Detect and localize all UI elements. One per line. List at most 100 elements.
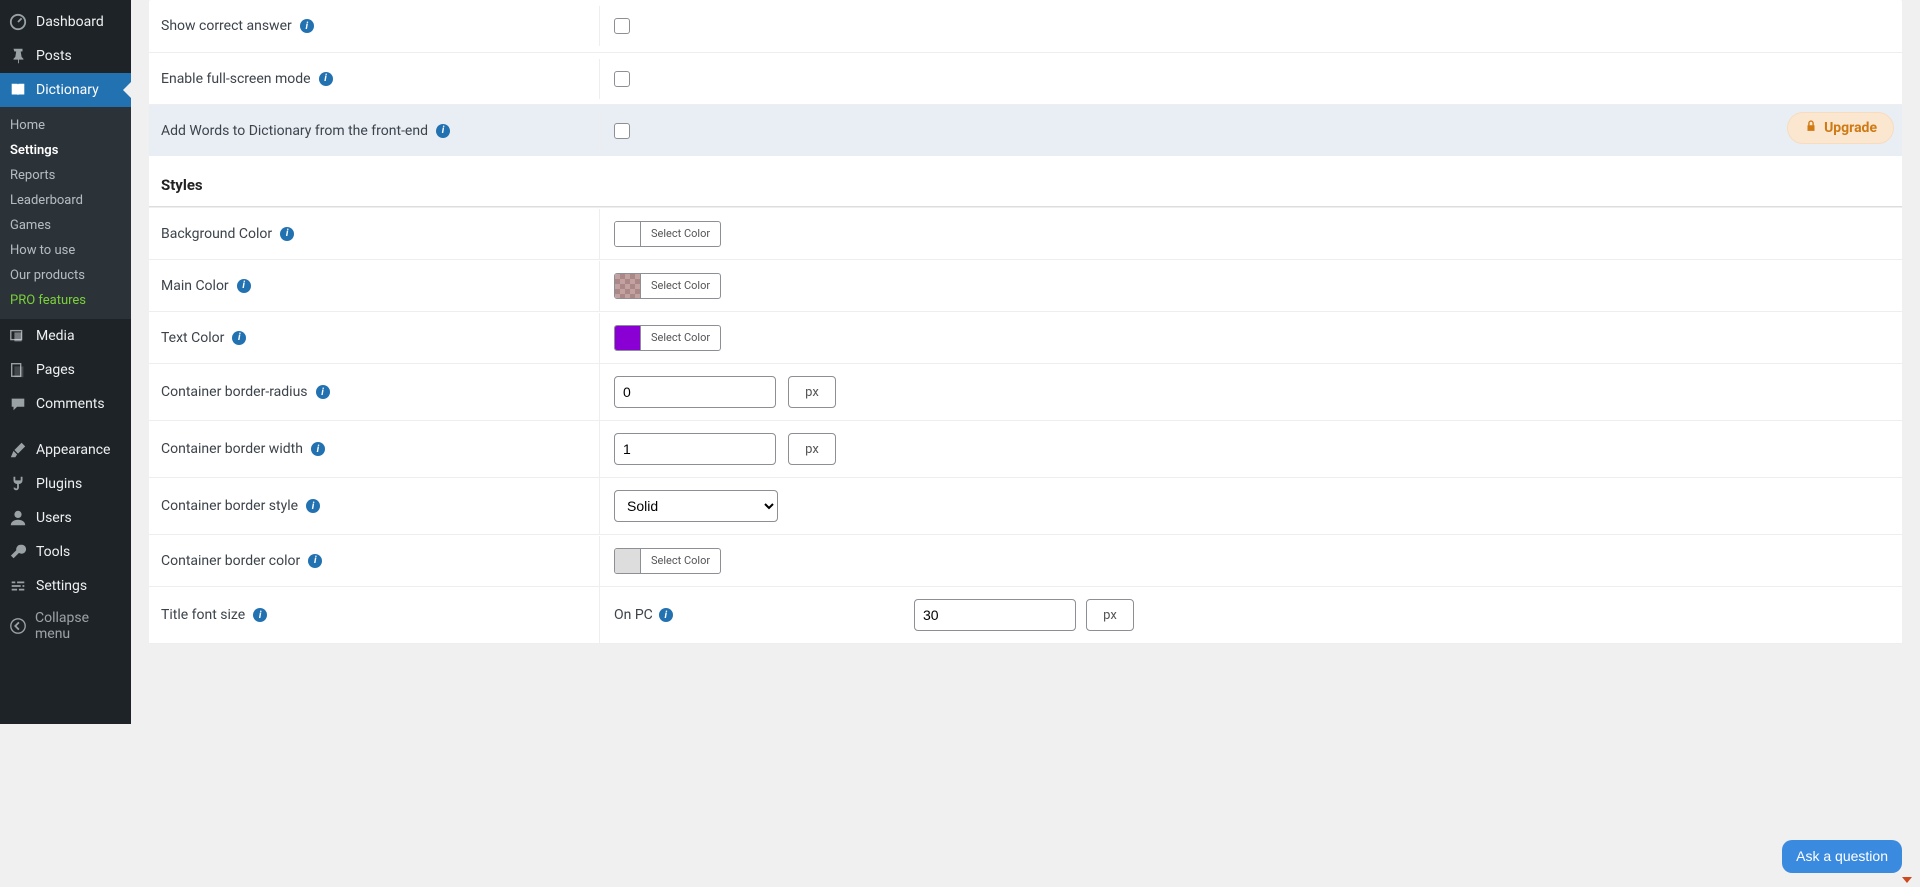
unit-px: px — [1086, 599, 1134, 631]
color-picker-label: Select Color — [641, 331, 720, 344]
sidebar-label: Posts — [36, 48, 72, 64]
info-icon[interactable]: i — [308, 554, 322, 568]
row-add-words-front: Add Words to Dictionary from the front-e… — [149, 104, 1902, 156]
brush-icon — [8, 440, 28, 460]
sidebar-item-pages[interactable]: Pages — [0, 353, 131, 387]
sidebar-item-dictionary[interactable]: Dictionary — [0, 73, 131, 107]
ask-a-question-button[interactable]: Ask a question — [1782, 840, 1902, 873]
label-enable-fullscreen: Enable full-screen mode — [161, 71, 311, 87]
sidebar-sub-games[interactable]: Games — [0, 213, 131, 238]
info-icon[interactable]: i — [436, 124, 450, 138]
sidebar-label: Users — [36, 510, 72, 526]
info-icon[interactable]: i — [659, 608, 673, 622]
color-picker-background[interactable]: Select Color — [614, 221, 721, 247]
input-border-radius[interactable] — [614, 376, 776, 408]
sidebar-label: Comments — [36, 396, 105, 412]
row-border-width: Container border width i px — [149, 420, 1902, 477]
sidebar-submenu-dictionary: Home Settings Reports Leaderboard Games … — [0, 107, 131, 319]
pin-icon — [8, 46, 28, 66]
label-on-pc: On PC — [614, 607, 653, 623]
info-icon[interactable]: i — [280, 227, 294, 241]
row-border-color: Container border color i Select Color — [149, 534, 1902, 586]
label-border-radius: Container border-radius — [161, 384, 308, 400]
label-background-color: Background Color — [161, 226, 272, 242]
color-swatch — [615, 222, 641, 246]
row-border-radius: Container border-radius i px — [149, 363, 1902, 420]
checkbox-enable-fullscreen[interactable] — [614, 71, 630, 87]
sidebar-item-collapse[interactable]: Collapse menu — [0, 603, 131, 649]
sidebar-sub-ourproducts[interactable]: Our products — [0, 263, 131, 288]
select-border-style[interactable]: Solid — [614, 490, 778, 522]
collapse-icon — [8, 616, 27, 636]
sidebar-item-settings[interactable]: Settings — [0, 569, 131, 603]
sidebar-sub-leaderboard[interactable]: Leaderboard — [0, 188, 131, 213]
dashboard-icon — [8, 12, 28, 32]
row-main-color: Main Color i Select Color — [149, 259, 1902, 311]
sidebar-item-appearance[interactable]: Appearance — [0, 433, 131, 467]
label-add-words-front: Add Words to Dictionary from the front-e… — [161, 123, 428, 139]
ask-bubble-label: Ask a question — [1796, 848, 1888, 864]
info-icon[interactable]: i — [306, 499, 320, 513]
sidebar-item-plugins[interactable]: Plugins — [0, 467, 131, 501]
sidebar-item-dashboard[interactable]: Dashboard — [0, 5, 131, 39]
sidebar-sub-reports[interactable]: Reports — [0, 163, 131, 188]
sidebar-label: Media — [36, 328, 75, 344]
sidebar-item-tools[interactable]: Tools — [0, 535, 131, 569]
row-border-style: Container border style i Solid — [149, 477, 1902, 534]
info-icon[interactable]: i — [316, 385, 330, 399]
settings-panel: Show correct answer i Enable full-screen… — [149, 0, 1902, 644]
comment-icon — [8, 394, 28, 414]
row-text-color: Text Color i Select Color — [149, 311, 1902, 363]
sidebar-sub-profeatures[interactable]: PRO features — [0, 288, 131, 313]
upgrade-button[interactable]: Upgrade — [1787, 112, 1894, 144]
sidebar-label: Pages — [36, 362, 75, 378]
row-show-correct-answer: Show correct answer i — [149, 0, 1902, 52]
color-picker-label: Select Color — [641, 279, 720, 292]
info-icon[interactable]: i — [311, 442, 325, 456]
user-icon — [8, 508, 28, 528]
main-content: Show correct answer i Enable full-screen… — [131, 0, 1920, 724]
lock-icon — [1804, 119, 1818, 137]
info-icon[interactable]: i — [253, 608, 267, 622]
wrench-icon — [8, 542, 28, 562]
notification-triangle-icon — [1902, 877, 1912, 883]
sidebar-sub-howtouse[interactable]: How to use — [0, 238, 131, 263]
sidebar-label: Settings — [36, 578, 87, 594]
info-icon[interactable]: i — [319, 72, 333, 86]
sidebar-item-users[interactable]: Users — [0, 501, 131, 535]
input-title-font-size-pc[interactable] — [914, 599, 1076, 631]
color-swatch — [615, 326, 641, 350]
row-title-font-size: Title font size i On PC i px — [149, 586, 1902, 644]
checkbox-show-correct-answer[interactable] — [614, 18, 630, 34]
pages-icon — [8, 360, 28, 380]
color-picker-label: Select Color — [641, 227, 720, 240]
sidebar-label: Plugins — [36, 476, 82, 492]
sidebar-item-media[interactable]: Media — [0, 319, 131, 353]
input-border-width[interactable] — [614, 433, 776, 465]
row-enable-fullscreen: Enable full-screen mode i — [149, 52, 1902, 104]
styles-heading: Styles — [149, 156, 1902, 202]
label-show-correct-answer: Show correct answer — [161, 18, 292, 34]
color-picker-main[interactable]: Select Color — [614, 273, 721, 299]
label-text-color: Text Color — [161, 330, 224, 346]
sidebar-sub-home[interactable]: Home — [0, 113, 131, 138]
label-main-color: Main Color — [161, 278, 229, 294]
row-background-color: Background Color i Select Color — [149, 207, 1902, 259]
sidebar-item-comments[interactable]: Comments — [0, 387, 131, 421]
color-picker-label: Select Color — [641, 554, 720, 567]
unit-px: px — [788, 376, 836, 408]
admin-sidebar: Dashboard Posts Dictionary Home Settings… — [0, 0, 131, 724]
color-picker-border[interactable]: Select Color — [614, 548, 721, 574]
color-picker-text[interactable]: Select Color — [614, 325, 721, 351]
checkbox-add-words-front[interactable] — [614, 123, 630, 139]
sidebar-sub-settings[interactable]: Settings — [0, 138, 131, 163]
sidebar-item-posts[interactable]: Posts — [0, 39, 131, 73]
unit-px: px — [788, 433, 836, 465]
info-icon[interactable]: i — [237, 279, 251, 293]
label-border-style: Container border style — [161, 498, 298, 514]
label-border-width: Container border width — [161, 441, 303, 457]
label-title-font-size: Title font size — [161, 607, 245, 623]
info-icon[interactable]: i — [232, 331, 246, 345]
sidebar-label: Appearance — [36, 442, 110, 458]
info-icon[interactable]: i — [300, 19, 314, 33]
